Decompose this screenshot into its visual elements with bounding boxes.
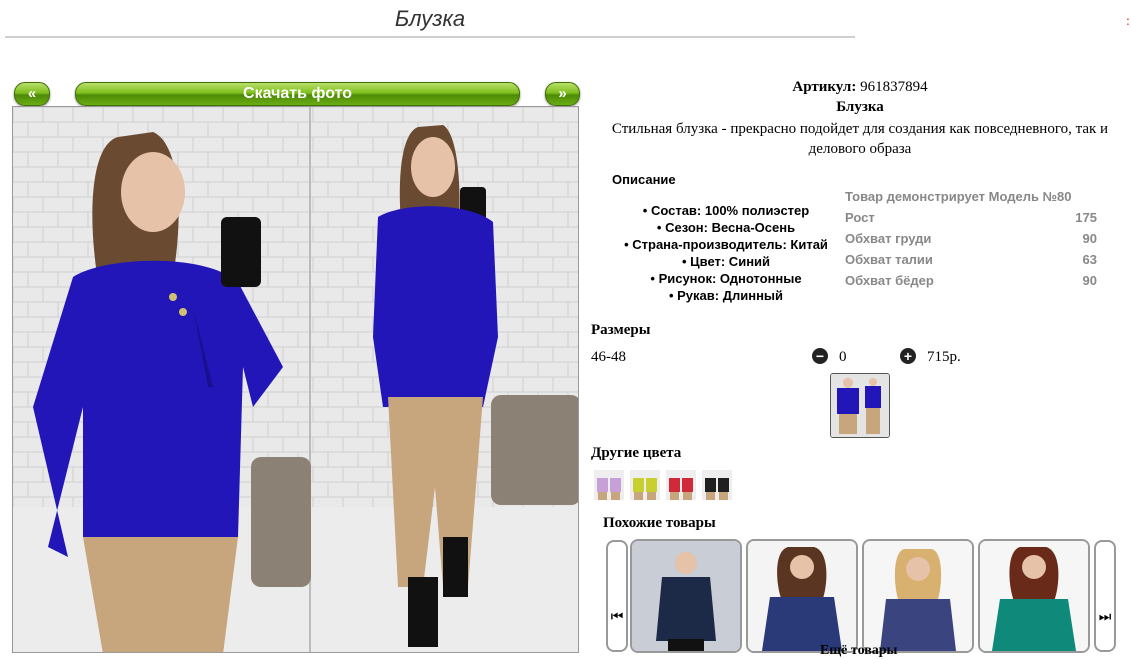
spec-item: Сезон: Весна-Осень: [596, 219, 856, 236]
article-row: Артикул: 961837894: [590, 79, 1130, 96]
similar-product-image: [980, 541, 1088, 651]
prev-photo-button[interactable]: «: [14, 82, 50, 106]
similar-product-image: [632, 541, 740, 651]
color-swatch-red[interactable]: [666, 470, 696, 500]
similar-product-image: [748, 541, 856, 651]
measurement-value: 175: [1075, 210, 1097, 225]
spec-item: Рисунок: Однотонные: [596, 270, 856, 287]
color-swatch-yellow[interactable]: [630, 470, 660, 500]
spec-item: Состав: 100% полиэстер: [596, 202, 856, 219]
table-row: Рост 175: [845, 207, 1097, 228]
article-label: Артикул:: [792, 79, 857, 95]
spec-item: Страна-производитель: Китай: [596, 236, 856, 253]
swatch-image: [594, 470, 624, 500]
product-name: Блузка: [836, 99, 884, 115]
similar-product-item[interactable]: [630, 539, 742, 653]
main-product-photo[interactable]: [12, 106, 579, 653]
swatch-image: [666, 470, 696, 500]
similar-product-image: [864, 541, 972, 651]
table-row: Обхват талии 63: [845, 249, 1097, 270]
color-swatch-lilac[interactable]: [594, 470, 624, 500]
table-row: Обхват бёдер 90: [845, 270, 1097, 291]
quantity-value: 0: [839, 349, 847, 365]
spec-item: Рукав: Длинный: [596, 287, 856, 304]
spec-item: Цвет: Синий: [596, 253, 856, 270]
skip-back-icon: ⏮: [610, 610, 624, 625]
measurement-value: 90: [1082, 273, 1097, 288]
model-measurements-table: Товар демонстрирует Модель №80 Рост 175 …: [845, 186, 1097, 291]
product-description: Стильная блузка - прекрасно подойдет для…: [611, 121, 1109, 157]
swatch-image: [702, 470, 732, 500]
similar-products-heading: Похожие товары: [603, 515, 716, 531]
specs-list: Состав: 100% полиэстер Сезон: Весна-Осен…: [596, 202, 856, 304]
similar-product-item[interactable]: [978, 539, 1090, 653]
other-colors-heading: Другие цвета: [591, 445, 682, 461]
article-value: 961837894: [860, 79, 928, 95]
table-row: Обхват груди 90: [845, 228, 1097, 249]
variant-thumbnail[interactable]: [830, 373, 890, 438]
carousel-prev-button[interactable]: ⏮: [606, 540, 628, 652]
color-swatch-black[interactable]: [702, 470, 732, 500]
carousel-next-button[interactable]: ⏭: [1094, 540, 1116, 652]
swatch-image: [630, 470, 660, 500]
plus-circle-icon[interactable]: +: [900, 348, 916, 364]
corner-mark: :: [1126, 14, 1130, 29]
description-heading: Описание: [612, 172, 676, 187]
measurement-label: Обхват бёдер: [845, 273, 934, 288]
download-photo-button[interactable]: Скачать фото: [75, 82, 520, 106]
measurement-label: Обхват талии: [845, 252, 933, 267]
variant-thumbnail-image: [831, 374, 889, 437]
measurement-value: 90: [1082, 231, 1097, 246]
title-divider: [5, 36, 855, 38]
price-value: 715р.: [927, 349, 961, 365]
measurement-label: Обхват груди: [845, 231, 932, 246]
minus-circle-icon[interactable]: −: [812, 348, 828, 364]
size-value: 46-48: [591, 349, 626, 365]
measurement-label: Рост: [845, 210, 875, 225]
sizes-heading: Размеры: [591, 322, 651, 338]
similar-product-item[interactable]: [746, 539, 858, 653]
measurement-value: 63: [1082, 252, 1097, 267]
similar-product-item[interactable]: [862, 539, 974, 653]
skip-forward-icon: ⏭: [1098, 610, 1112, 625]
model-heading: Товар демонстрирует Модель №80: [845, 189, 1072, 204]
page-title: Блузка: [394, 6, 466, 31]
more-products-link[interactable]: Ещё товары: [820, 643, 898, 659]
product-photo-illustration: [13, 107, 578, 652]
next-photo-button[interactable]: »: [545, 82, 580, 106]
